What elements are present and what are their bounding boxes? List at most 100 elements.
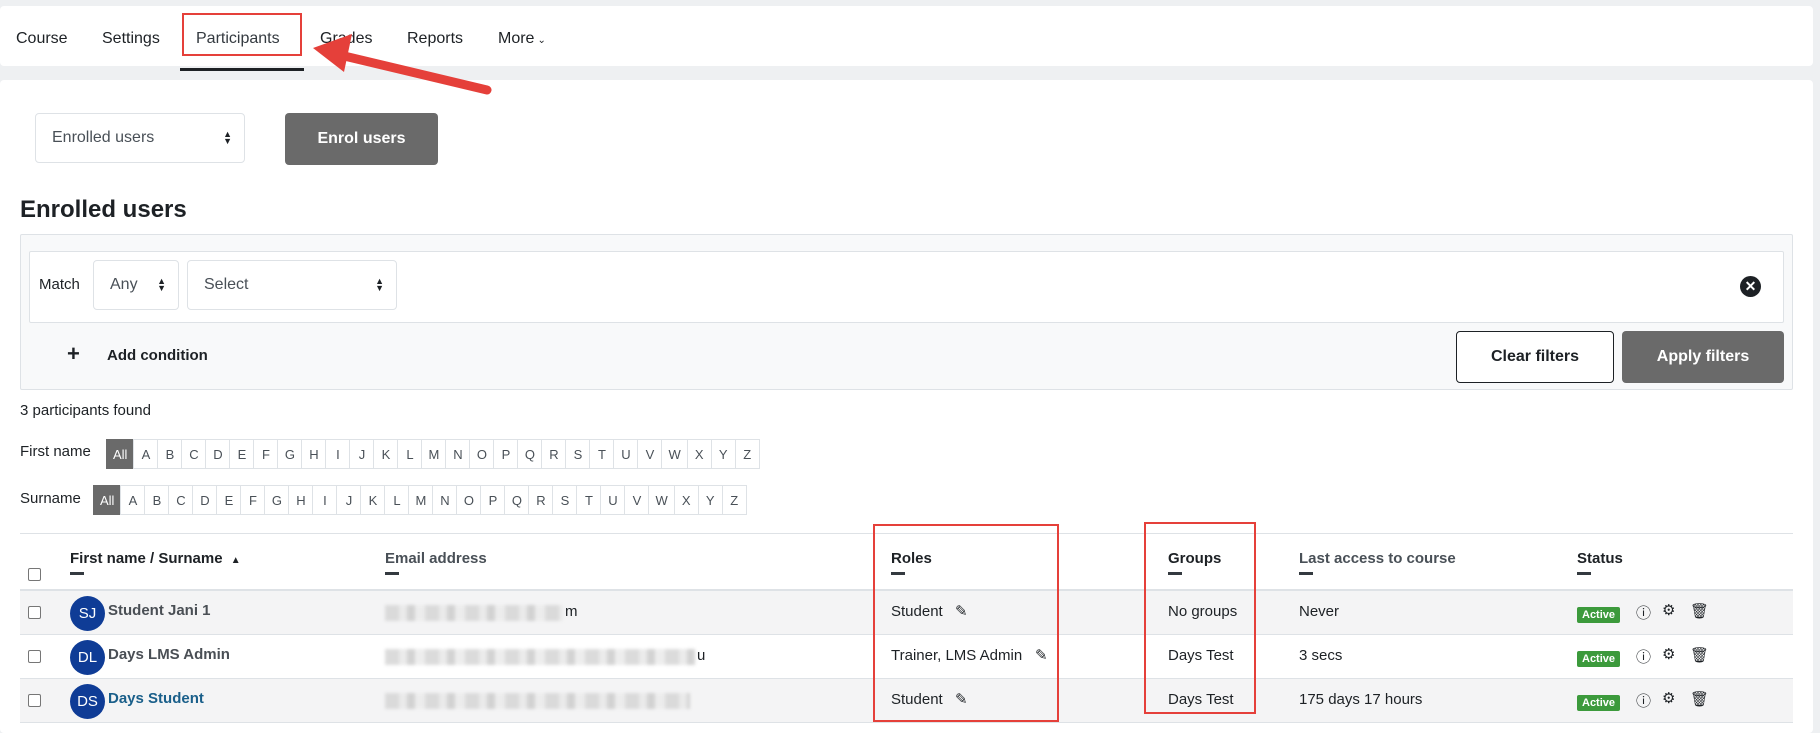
first-name-initial-t[interactable]: T <box>589 439 615 469</box>
first-name-initial-o[interactable]: O <box>469 439 495 469</box>
user-name-link[interactable]: Days Student <box>108 690 204 707</box>
remove-filter-icon[interactable]: ✕ <box>1740 276 1761 297</box>
surname-initial-d[interactable]: D <box>192 485 218 515</box>
match-label: Match <box>39 276 80 293</box>
surname-initial-q[interactable]: Q <box>504 485 530 515</box>
collapse-email-icon[interactable] <box>385 572 399 575</box>
first-name-initial-h[interactable]: H <box>301 439 327 469</box>
surname-sort-link[interactable]: Surname <box>158 550 222 567</box>
collapse-name-icon[interactable] <box>70 572 84 575</box>
first-name-initial-j[interactable]: J <box>349 439 375 469</box>
last-access-header[interactable]: Last access to course <box>1299 550 1456 567</box>
trash-icon[interactable]: 🗑 <box>1690 602 1709 620</box>
first-name-initial-c[interactable]: C <box>181 439 207 469</box>
first-name-initial-f[interactable]: F <box>253 439 279 469</box>
gear-icon[interactable]: ⚙ <box>1662 645 1675 663</box>
surname-initial-i[interactable]: I <box>312 485 338 515</box>
surname-initial-z[interactable]: Z <box>721 485 747 515</box>
first-name-initial-y[interactable]: Y <box>710 439 736 469</box>
row-checkbox[interactable] <box>28 606 41 619</box>
first-name-initial-all[interactable]: All <box>106 439 135 469</box>
gear-icon[interactable]: ⚙ <box>1662 601 1675 619</box>
first-name-initial-z[interactable]: Z <box>734 439 760 469</box>
surname-initial-b[interactable]: B <box>144 485 170 515</box>
first-name-initial-r[interactable]: R <box>541 439 567 469</box>
filter-panel: Match Any ▲ ▼ Select ▲ ▼ ✕ + Add condition… <box>20 234 1793 390</box>
first-name-sort-link[interactable]: First name <box>70 550 146 567</box>
clear-filters-button[interactable]: Clear filters <box>1456 331 1614 383</box>
plus-icon[interactable]: + <box>67 341 80 367</box>
surname-initial-t[interactable]: T <box>576 485 602 515</box>
match-select[interactable]: Any ▲ ▼ <box>93 260 179 310</box>
surname-initials-label: Surname <box>20 490 81 507</box>
surname-initial-l[interactable]: L <box>384 485 410 515</box>
surname-initial-p[interactable]: P <box>480 485 506 515</box>
first-name-initial-m[interactable]: M <box>421 439 447 469</box>
first-name-initial-w[interactable]: W <box>661 439 688 469</box>
avatar: DL <box>70 640 105 675</box>
header-separator: / <box>145 550 159 567</box>
enrolled-users-select[interactable]: Enrolled users ▲ ▼ <box>35 113 245 163</box>
first-name-initial-q[interactable]: Q <box>517 439 543 469</box>
surname-initial-x[interactable]: X <box>673 485 699 515</box>
surname-initial-c[interactable]: C <box>168 485 194 515</box>
last-access-value: 175 days 17 hours <box>1299 691 1423 708</box>
tab-reports[interactable]: Reports <box>407 30 463 48</box>
gear-icon[interactable]: ⚙ <box>1662 689 1675 707</box>
info-icon[interactable]: ⓘ <box>1636 646 1651 667</box>
user-name-link[interactable]: Days LMS Admin <box>108 646 230 663</box>
first-name-initial-g[interactable]: G <box>277 439 303 469</box>
user-name-link[interactable]: Student Jani 1 <box>108 602 211 619</box>
info-icon[interactable]: ⓘ <box>1636 690 1651 711</box>
info-icon[interactable]: ⓘ <box>1636 602 1651 623</box>
first-name-initial-d[interactable]: D <box>205 439 231 469</box>
first-name-initial-l[interactable]: L <box>397 439 423 469</box>
tab-settings[interactable]: Settings <box>102 30 160 48</box>
add-condition-link[interactable]: Add condition <box>107 347 208 364</box>
first-name-initial-e[interactable]: E <box>229 439 255 469</box>
surname-initial-e[interactable]: E <box>216 485 242 515</box>
surname-initial-r[interactable]: R <box>528 485 554 515</box>
surname-initial-y[interactable]: Y <box>697 485 723 515</box>
first-name-initial-x[interactable]: X <box>686 439 712 469</box>
row-checkbox[interactable] <box>28 650 41 663</box>
surname-initial-all[interactable]: All <box>93 485 122 515</box>
surname-initial-g[interactable]: G <box>264 485 290 515</box>
first-name-initial-p[interactable]: P <box>493 439 519 469</box>
trash-icon[interactable]: 🗑 <box>1690 646 1709 664</box>
first-name-initial-u[interactable]: U <box>613 439 639 469</box>
first-name-initial-k[interactable]: K <box>373 439 399 469</box>
surname-initial-s[interactable]: S <box>552 485 578 515</box>
surname-initial-f[interactable]: F <box>240 485 266 515</box>
first-name-initial-b[interactable]: B <box>157 439 183 469</box>
email-header[interactable]: Email address <box>385 550 487 567</box>
surname-initial-n[interactable]: N <box>432 485 458 515</box>
filter-type-select[interactable]: Select ▲ ▼ <box>187 260 397 310</box>
row-checkbox[interactable] <box>28 694 41 707</box>
surname-initial-v[interactable]: V <box>624 485 650 515</box>
first-name-initial-a[interactable]: A <box>133 439 159 469</box>
apply-filters-button[interactable]: Apply filters <box>1622 331 1784 383</box>
surname-initial-m[interactable]: M <box>408 485 434 515</box>
surname-initial-j[interactable]: J <box>336 485 362 515</box>
first-name-initial-i[interactable]: I <box>325 439 351 469</box>
first-name-initial-n[interactable]: N <box>445 439 471 469</box>
enrol-users-button[interactable]: Enrol users <box>285 113 438 165</box>
status-badge: Active <box>1577 695 1621 711</box>
collapse-last-access-icon[interactable] <box>1299 572 1313 575</box>
tab-course[interactable]: Course <box>16 30 68 48</box>
surname-initial-k[interactable]: K <box>360 485 386 515</box>
surname-initial-w[interactable]: W <box>648 485 675 515</box>
surname-initial-u[interactable]: U <box>600 485 626 515</box>
select-all-checkbox[interactable] <box>28 568 41 581</box>
surname-initial-a[interactable]: A <box>120 485 146 515</box>
first-name-initial-s[interactable]: S <box>565 439 591 469</box>
first-name-initial-v[interactable]: V <box>637 439 663 469</box>
trash-icon[interactable]: 🗑 <box>1690 690 1709 708</box>
surname-initial-o[interactable]: O <box>456 485 482 515</box>
collapse-status-icon[interactable] <box>1577 572 1591 575</box>
filter-row: Match Any ▲ ▼ Select ▲ ▼ ✕ <box>29 251 1784 323</box>
surname-initial-h[interactable]: H <box>288 485 314 515</box>
tab-grades[interactable]: Grades <box>320 30 372 48</box>
tab-more[interactable]: More ⌄ <box>498 30 546 48</box>
